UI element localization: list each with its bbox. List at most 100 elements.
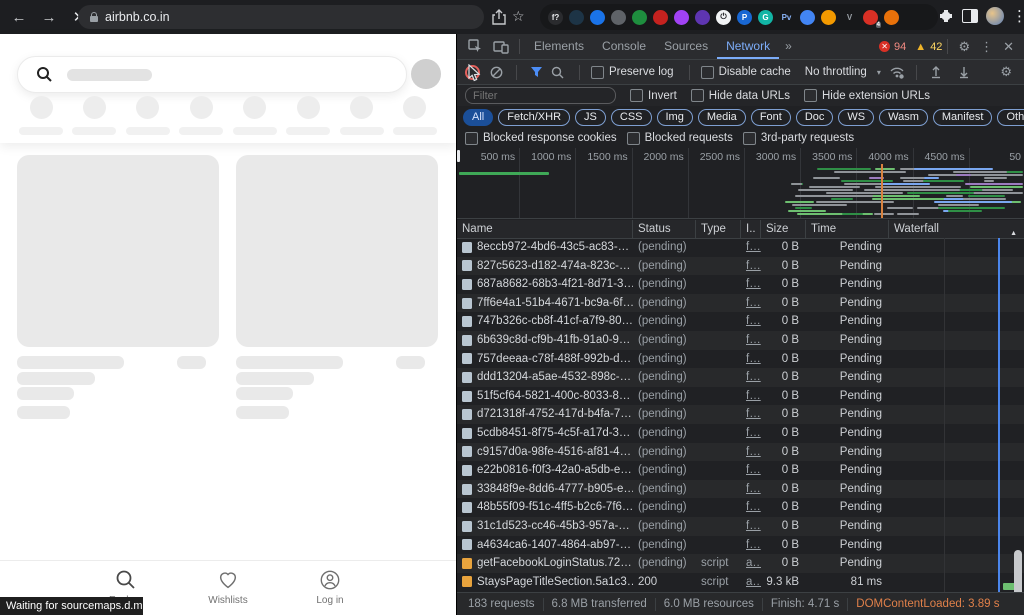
request-row[interactable]: ddd13204-a5ae-4532-898c-… (pending) f… 0 B P… [457, 368, 1024, 387]
devtools-tab-network[interactable]: Network [717, 34, 780, 59]
request-row[interactable]: 48b55f09-f51c-4ff5-b2c6-7f6… (pending) f… 0… [457, 498, 1024, 517]
page-avatar-skeleton[interactable] [411, 59, 441, 89]
nav-item-wishlists[interactable]: Wishlists [200, 569, 256, 615]
devtools-tab-sources[interactable]: Sources [655, 34, 717, 59]
category-skeleton[interactable] [231, 96, 279, 142]
extension-icon[interactable]: ⏻ [716, 9, 731, 25]
category-skeleton[interactable] [391, 96, 439, 142]
request-row[interactable]: 5cdb8451-8f75-4c5f-a17d-3… (pending) f… 0 B… [457, 424, 1024, 443]
request-initiator[interactable]: f… [741, 350, 761, 369]
overview-handle[interactable] [457, 150, 460, 162]
request-row[interactable]: 687a8682-68b3-4f21-8d71-3… (pending) f… 0 B… [457, 275, 1024, 294]
request-initiator[interactable]: f… [741, 238, 761, 257]
extension-icon[interactable] [632, 9, 647, 25]
extension-icon[interactable] [674, 9, 689, 25]
request-row[interactable]: 827c5623-d182-474a-823c-… (pending) f… 0 B P… [457, 256, 1024, 276]
extension-icon[interactable]: P [737, 9, 752, 25]
extension-icon[interactable] [653, 9, 668, 25]
filter-input[interactable] [465, 87, 616, 104]
warning-count[interactable]: 42 [930, 41, 942, 53]
request-row[interactable]: 8eccb972-4bd6-43c5-ac83-… (pending) f… 0 B P… [457, 238, 1024, 257]
extensions-puzzle-icon[interactable] [938, 8, 954, 24]
filter-chip-css[interactable]: CSS [610, 108, 652, 126]
disable-cache-label[interactable]: Disable cache [719, 66, 791, 78]
devtools-tab-console[interactable]: Console [593, 34, 655, 59]
checkbox-label[interactable]: Blocked requests [645, 132, 733, 144]
request-row[interactable]: d721318f-4752-417d-b4fa-7… (pending) f… 0 B… [457, 405, 1024, 424]
request-initiator[interactable]: f… [741, 312, 761, 331]
request-initiator[interactable]: f… [741, 275, 761, 294]
extension-icon[interactable] [800, 9, 815, 25]
listing-card-skeleton[interactable] [17, 155, 219, 445]
bookmark-star-icon[interactable]: ☆ [512, 8, 525, 25]
filter-chip-manifest[interactable]: Manifest [932, 108, 993, 126]
request-initiator[interactable]: f… [741, 424, 761, 443]
request-initiator[interactable]: f… [741, 480, 761, 499]
split-screen-icon[interactable] [962, 9, 978, 23]
filter-chip-other[interactable]: Other [997, 108, 1024, 126]
request-row[interactable]: 6b639c8d-cf9b-41fb-91a0-9… (pending) f… 0 B… [457, 330, 1024, 350]
request-row[interactable]: 747b326c-cb8f-41cf-a7f9-80… (pending) f… 0 … [457, 312, 1024, 331]
request-initiator[interactable]: f… [741, 294, 761, 313]
filter-chip-doc[interactable]: Doc [795, 108, 834, 126]
request-initiator[interactable]: f… [741, 257, 761, 276]
extension-icon[interactable] [590, 9, 605, 25]
import-har-icon[interactable] [929, 65, 943, 79]
inspect-element-icon[interactable] [468, 39, 483, 54]
filter-chip-ws[interactable]: WS [838, 108, 875, 126]
search-network-icon[interactable] [551, 66, 564, 79]
column-header-status[interactable]: Status [633, 220, 696, 238]
extension-icon[interactable] [695, 9, 710, 25]
network-settings-icon[interactable]: ⚙ [1000, 64, 1012, 80]
request-initiator[interactable]: f… [741, 331, 761, 350]
filter-chip-wasm[interactable]: Wasm [879, 108, 928, 126]
category-skeleton[interactable] [338, 96, 386, 142]
request-initiator[interactable]: f… [741, 368, 761, 387]
request-row[interactable]: 757deeaa-c78f-488f-992b-d… (pending) f… 0 B… [457, 350, 1024, 369]
profile-avatar[interactable] [986, 7, 1004, 25]
throttling-select[interactable]: No throttling [805, 66, 867, 78]
filter-chip-js[interactable]: JS [575, 108, 606, 126]
invert-label[interactable]: Invert [648, 90, 677, 102]
checkbox-blocked-response-cookies[interactable] [465, 131, 478, 145]
network-overview-timeline[interactable]: 500 ms 1000 ms 1500 ms 2000 ms 2500 ms 3000 m… [457, 148, 1024, 219]
category-skeleton[interactable] [284, 96, 332, 142]
filter-funnel-icon[interactable] [530, 66, 543, 78]
devtools-tab-elements[interactable]: Elements [525, 34, 593, 59]
request-initiator[interactable]: f… [741, 461, 761, 480]
nav-item-log-in[interactable]: Log in [302, 569, 358, 615]
warning-badge-icon[interactable]: ▲ [915, 41, 926, 53]
share-icon[interactable] [492, 8, 506, 25]
request-initiator[interactable]: f… [741, 536, 761, 555]
request-initiator[interactable]: a… [741, 573, 761, 592]
extension-icon[interactable]: f? [548, 9, 563, 25]
checkbox-blocked-requests[interactable] [626, 131, 640, 145]
checkbox-label[interactable]: 3rd-party requests [761, 132, 854, 144]
category-skeleton[interactable] [17, 96, 65, 142]
filter-chip-img[interactable]: Img [656, 108, 693, 126]
disable-cache-checkbox[interactable] [700, 65, 714, 79]
checkbox-3rd-party-requests[interactable] [742, 131, 756, 145]
request-row[interactable]: 51f5cf64-5821-400c-8033-8… (pending) f… 0 B… [457, 387, 1024, 406]
extension-icon[interactable]: G [758, 9, 773, 25]
checkbox-label[interactable]: Blocked response cookies [483, 132, 617, 144]
request-row[interactable]: 33848f9e-8dd6-4777-b905-e… (pending) f… 0 B… [457, 479, 1024, 499]
address-bar[interactable]: airbnb.co.in [78, 5, 484, 29]
column-header-type[interactable]: Type [696, 220, 741, 238]
clear-network-log-icon[interactable] [490, 66, 503, 79]
hide-data-urls-label[interactable]: Hide data URLs [709, 90, 790, 102]
column-header-i[interactable]: I.. [741, 220, 761, 238]
back-icon[interactable]: ← [4, 9, 34, 26]
extension-icon[interactable]: Pv [779, 10, 794, 25]
request-row[interactable]: StaysPageTitleSection.5a1c3… 200 script a… 9… [457, 573, 1024, 592]
error-count[interactable]: 94 [894, 41, 906, 53]
more-tabs-icon[interactable]: » [779, 34, 798, 59]
column-header-name[interactable]: Name [457, 220, 633, 238]
hide-data-urls-checkbox[interactable] [690, 89, 704, 102]
request-initiator[interactable]: f… [741, 498, 761, 517]
filter-chip-font[interactable]: Font [750, 108, 791, 126]
request-row[interactable]: e22b0816-f0f3-42a0-a5db-e… (pending) f… 0 B… [457, 461, 1024, 480]
preserve-log-label[interactable]: Preserve log [609, 66, 674, 78]
extension-icon[interactable] [821, 9, 836, 25]
device-toolbar-icon[interactable] [493, 40, 509, 54]
